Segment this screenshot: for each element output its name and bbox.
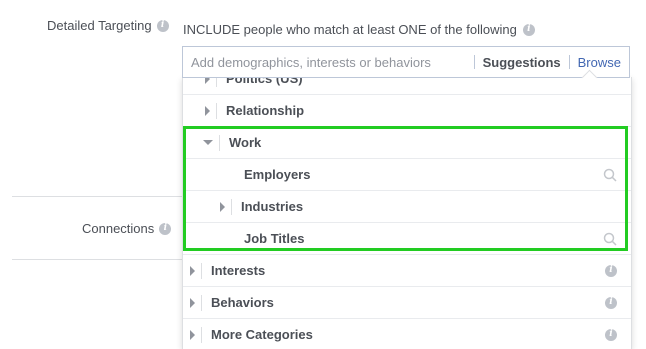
suggestions-tab[interactable]: Suggestions [475,55,569,70]
row-separator [219,134,220,151]
tree-row-label: More Categories [211,327,313,342]
detailed-targeting-panel: Detailed Targeting i Connections i INCLU… [0,0,646,349]
connections-text: Connections [82,221,155,236]
row-separator [201,262,202,279]
search-icon[interactable] [603,232,617,246]
row-separator [201,294,202,311]
include-text: INCLUDE people who match at least ONE of… [183,22,517,37]
info-icon[interactable]: i [605,296,617,309]
tree-row-work[interactable]: Work [183,127,631,159]
expand-caret-icon[interactable] [190,265,195,276]
info-icon[interactable]: i [605,328,617,341]
section-divider [12,259,182,260]
browse-dropdown: Politics (US) Relationship Work Employer… [182,77,632,349]
tree-row-behaviors[interactable]: Behaviors i [183,287,631,319]
tree-row-job-titles[interactable]: Job Titles [183,223,631,255]
tree-row-label: Interests [211,263,266,278]
expand-caret-icon[interactable] [190,329,195,340]
connections-label: Connections i [82,221,172,236]
include-instruction: INCLUDE people who match at least ONE of… [183,22,535,37]
row-separator [216,77,217,87]
row-actions: i [605,264,617,277]
tree-row-label: Relationship [226,103,305,118]
detailed-targeting-label: Detailed Targeting i [47,18,169,33]
tree-row-label: Politics (US) [226,77,303,86]
row-actions: i [605,328,617,341]
expand-caret-icon[interactable] [205,105,210,116]
info-icon[interactable]: i [522,23,535,36]
tree-row-politics[interactable]: Politics (US) [183,77,631,95]
tree-row-label: Industries [241,199,304,214]
expand-caret-icon[interactable] [190,297,195,308]
tree-row-more-categories[interactable]: More Categories i [183,319,631,349]
section-divider [12,196,182,197]
search-icon[interactable] [603,168,617,182]
tree-row-employers[interactable]: Employers [183,159,631,191]
targeting-search-input[interactable] [183,54,474,70]
browse-tab[interactable]: Browse [570,55,629,70]
row-separator [201,326,202,343]
tree-row-label: Employers [244,167,311,182]
tree-row-interests[interactable]: Interests i [183,255,631,287]
row-separator [216,102,217,119]
collapse-caret-icon[interactable] [203,140,213,145]
tree-row-relationship[interactable]: Relationship [183,95,631,127]
targeting-search-box: Suggestions Browse [182,46,630,78]
info-icon[interactable]: i [156,19,169,32]
info-icon[interactable]: i [159,222,172,235]
tree-row-label: Job Titles [244,231,305,246]
info-icon[interactable]: i [605,264,617,277]
row-actions: i [605,296,617,309]
row-separator [231,198,232,215]
tree-row-label: Behaviors [211,295,274,310]
row-actions [603,232,617,246]
detailed-targeting-text: Detailed Targeting [47,18,152,33]
row-actions [603,168,617,182]
tree-row-label: Work [229,135,262,150]
expand-caret-icon[interactable] [220,201,225,212]
tree-row-industries[interactable]: Industries [183,191,631,223]
